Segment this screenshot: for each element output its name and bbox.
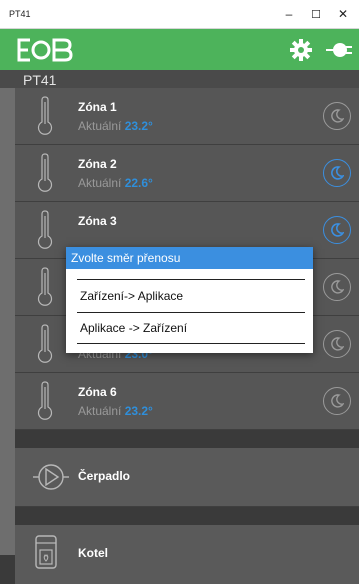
night-mode-button[interactable] bbox=[323, 330, 351, 358]
boiler-label: Kotel bbox=[78, 546, 108, 560]
device-subheader: PT41 bbox=[0, 70, 359, 88]
moon-icon bbox=[331, 394, 344, 408]
pump-label: Čerpadlo bbox=[78, 469, 131, 483]
app-header bbox=[0, 29, 359, 70]
zone-row[interactable]: Zóna 1 Aktuální 23.2° bbox=[15, 88, 359, 145]
zone-temp-value: 23.2° bbox=[124, 404, 153, 418]
night-mode-button[interactable] bbox=[323, 216, 351, 244]
divider bbox=[77, 312, 305, 313]
night-mode-button[interactable] bbox=[323, 273, 351, 301]
moon-icon bbox=[331, 280, 344, 294]
moon-icon bbox=[331, 337, 344, 351]
night-mode-button[interactable] bbox=[323, 387, 351, 415]
night-mode-button[interactable] bbox=[323, 159, 351, 187]
dialog-title: Zvolte směr přenosu bbox=[66, 247, 313, 269]
window-titlebar: PT41 – ☐ ✕ bbox=[0, 0, 359, 29]
zone-temp-value: 22.6° bbox=[124, 176, 153, 190]
zone-temp-label: Aktuální bbox=[78, 119, 122, 133]
pump-icon bbox=[33, 464, 69, 490]
zone-temp-value: 23.2° bbox=[124, 119, 153, 133]
close-button[interactable]: ✕ bbox=[331, 0, 355, 28]
moon-icon bbox=[331, 166, 344, 180]
ebb-logo-icon bbox=[17, 38, 73, 62]
thermometer-icon bbox=[37, 210, 53, 249]
zone-row[interactable]: Zóna 2 Aktuální 22.6° bbox=[15, 145, 359, 202]
maximize-button[interactable]: ☐ bbox=[304, 0, 328, 28]
zone-name: Zóna 2 bbox=[78, 157, 117, 171]
thermometer-icon bbox=[37, 324, 53, 363]
zone-temp: Aktuální 23.2° bbox=[78, 404, 153, 418]
thermometer-icon bbox=[37, 267, 53, 306]
section-divider bbox=[15, 430, 359, 448]
thermometer-icon bbox=[37, 381, 53, 420]
pump-row[interactable]: Čerpadlo bbox=[15, 448, 359, 507]
sidebar-strip bbox=[0, 88, 15, 555]
night-mode-button[interactable] bbox=[323, 102, 351, 130]
section-divider bbox=[15, 507, 359, 525]
zone-temp-label: Aktuální bbox=[78, 176, 122, 190]
thermometer-icon bbox=[37, 96, 53, 135]
moon-icon bbox=[331, 109, 344, 123]
divider bbox=[77, 279, 305, 280]
zone-temp: Aktuální 23.2° bbox=[78, 119, 153, 133]
divider bbox=[77, 343, 305, 344]
transfer-direction-dialog: Zvolte směr přenosu Zařízení-> Aplikace … bbox=[66, 247, 313, 353]
zone-name: Zóna 3 bbox=[78, 214, 117, 228]
zone-row[interactable]: Zóna 6 Aktuální 23.2° bbox=[15, 373, 359, 430]
thermometer-icon bbox=[37, 153, 53, 192]
zone-name: Zóna 6 bbox=[78, 385, 117, 399]
window-title: PT41 bbox=[9, 9, 31, 19]
zone-name: Zóna 1 bbox=[78, 100, 117, 114]
option-device-to-app[interactable]: Zařízení-> Aplikace bbox=[80, 289, 183, 303]
zone-temp-label: Aktuální bbox=[78, 404, 122, 418]
plug-icon[interactable] bbox=[325, 38, 353, 62]
moon-icon bbox=[331, 223, 344, 237]
device-name: PT41 bbox=[23, 72, 57, 88]
zone-temp: Aktuální 22.6° bbox=[78, 176, 153, 190]
minimize-button[interactable]: – bbox=[277, 0, 301, 28]
gear-icon[interactable] bbox=[289, 38, 313, 62]
boiler-icon bbox=[35, 535, 57, 569]
option-app-to-device[interactable]: Aplikace -> Zařízení bbox=[80, 321, 187, 335]
